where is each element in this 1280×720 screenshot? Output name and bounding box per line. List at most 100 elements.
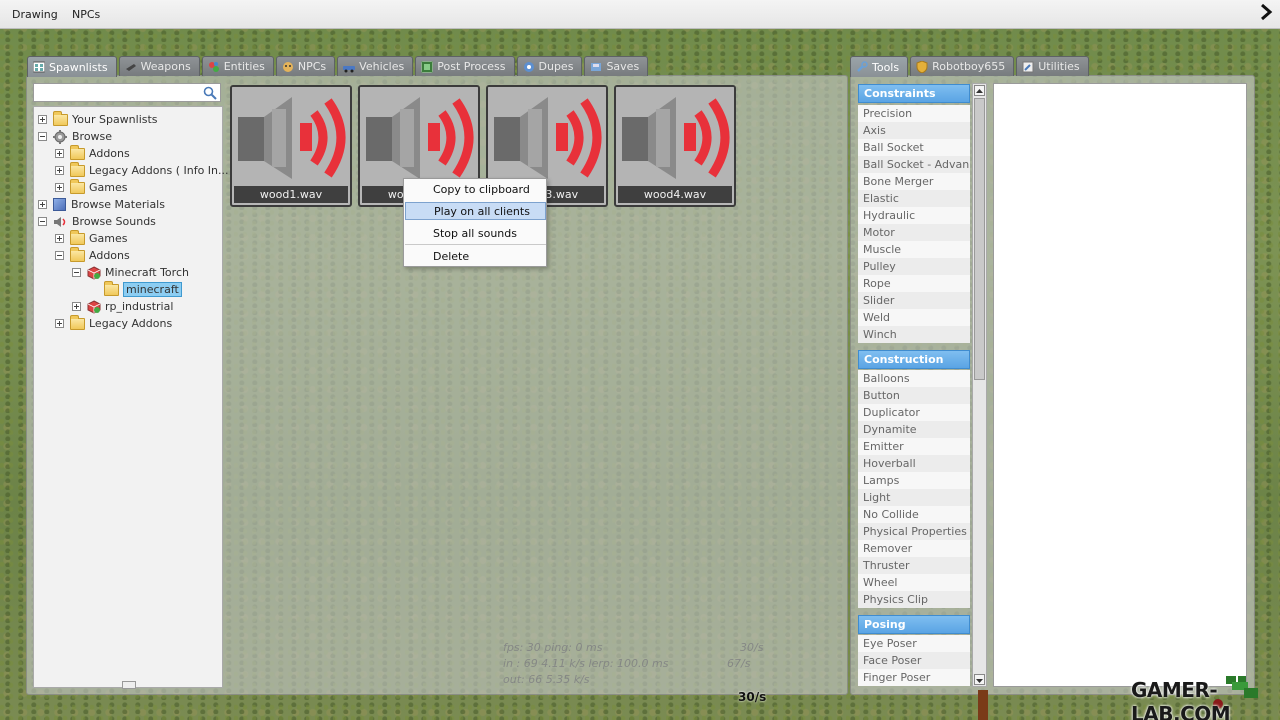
tree-item-legacy-addons-info[interactable]: Legacy Addons ( Info In... [55, 161, 229, 179]
tool-item[interactable]: Eye Poser [858, 635, 970, 652]
chevron-right-icon[interactable] [1258, 3, 1274, 21]
resize-handle[interactable] [122, 681, 136, 689]
scroll-thumb[interactable] [974, 98, 985, 380]
tree-item-browse[interactable]: Browse [38, 128, 112, 145]
collapse-toggle[interactable] [72, 268, 81, 277]
expand-toggle[interactable] [38, 200, 47, 209]
tree-label: Games [89, 232, 128, 245]
tree-item-games[interactable]: Games [55, 178, 127, 196]
tree-item-addons[interactable]: Addons [55, 144, 130, 162]
expand-toggle[interactable] [72, 302, 81, 311]
tree-item-rp-industrial[interactable]: rp_industrial [72, 298, 173, 315]
tool-item[interactable]: Physics Clip [858, 591, 970, 608]
tab-dupes[interactable]: Dupes [516, 56, 583, 76]
expand-toggle[interactable] [55, 319, 64, 328]
tool-item[interactable]: Weld [858, 309, 970, 326]
vehicle-icon [343, 65, 356, 72]
expand-toggle[interactable] [38, 115, 47, 124]
tool-item[interactable]: Wheel [858, 574, 970, 591]
tab-label: Post Process [437, 60, 506, 73]
tool-list-scrollbar[interactable] [972, 83, 987, 687]
expand-toggle[interactable] [55, 149, 64, 158]
menu-npcs[interactable]: NPCs [72, 8, 100, 21]
tab-saves[interactable]: Saves [584, 56, 649, 76]
sound-tile[interactable]: wood1.wav [230, 85, 352, 207]
tool-item[interactable]: Ball Socket [858, 139, 970, 156]
tool-item[interactable]: Lamps [858, 472, 970, 489]
spawn-tabs: Spawnlists Weapons Entities NPCs Vehicle… [27, 56, 649, 77]
tool-item[interactable]: Ball Socket - Advan... [858, 156, 970, 173]
tab-post-process[interactable]: Post Process [415, 56, 515, 76]
search-icon[interactable] [203, 86, 217, 100]
tree-item-browse-materials[interactable]: Browse Materials [38, 196, 165, 213]
tool-item[interactable]: Balloons [858, 370, 970, 387]
expand-toggle[interactable] [55, 166, 64, 175]
tab-label: Weapons [140, 60, 191, 73]
tab-spawnlists[interactable]: Spawnlists [27, 56, 117, 77]
tool-item[interactable]: Thruster [858, 557, 970, 574]
scroll-up-arrow[interactable] [974, 85, 985, 96]
tree-item-sounds-games[interactable]: Games [55, 229, 128, 247]
category-header-construction[interactable]: Construction [858, 350, 970, 369]
tool-item[interactable]: Hoverball [858, 455, 970, 472]
expand-toggle[interactable] [55, 183, 64, 192]
tool-item[interactable]: Finger Poser [858, 669, 970, 686]
addon-icon [87, 299, 101, 314]
tree-item-browse-sounds[interactable]: Browse Sounds [38, 213, 156, 230]
tab-robotboy655[interactable]: Robotboy655 [910, 56, 1015, 76]
collapse-toggle[interactable] [38, 217, 47, 226]
sound-tile[interactable]: wood4.wav [614, 85, 736, 207]
tool-item[interactable]: Slider [858, 292, 970, 309]
category-header-posing[interactable]: Posing [858, 615, 970, 634]
tool-item[interactable]: Face Poser [858, 652, 970, 669]
tree-item-legacy-addons[interactable]: Legacy Addons [55, 314, 172, 332]
tree-item-minecraft[interactable]: minecraft [89, 280, 182, 298]
tool-item[interactable]: No Collide [858, 506, 970, 523]
tool-item[interactable]: Axis [858, 122, 970, 139]
watermark-text: GAMER-LAB.COM [1131, 678, 1231, 720]
menu-item-stop-all-sounds[interactable]: Stop all sounds [405, 224, 546, 242]
menu-item-play-on-all-clients[interactable]: Play on all clients [405, 202, 546, 220]
tab-tools[interactable]: Tools [850, 56, 909, 77]
tab-vehicles[interactable]: Vehicles [337, 56, 414, 76]
tool-item[interactable]: Dynamite [858, 421, 970, 438]
tool-item[interactable]: Muscle [858, 241, 970, 258]
speaker-icon [488, 87, 606, 187]
menu-item-copy-to-clipboard[interactable]: Copy to clipboard [405, 180, 546, 198]
scroll-down-arrow[interactable] [974, 674, 985, 685]
tree-item-your-spawnlists[interactable]: Your Spawnlists [38, 110, 158, 128]
tool-item[interactable]: Physical Properties [858, 523, 970, 540]
collapse-toggle[interactable] [38, 132, 47, 141]
tree-item-minecraft-torch[interactable]: Minecraft Torch [72, 264, 189, 281]
tool-item[interactable]: Bone Merger [858, 173, 970, 190]
tool-item[interactable]: Motor [858, 224, 970, 241]
net-stat-in: in : 69 4.11 k/s lerp: 100.0 ms [503, 657, 669, 670]
tool-item[interactable]: Winch [858, 326, 970, 343]
tool-item[interactable]: Hydraulic [858, 207, 970, 224]
menu-drawing[interactable]: Drawing [12, 8, 58, 21]
tool-item[interactable]: Duplicator [858, 404, 970, 421]
category-header-constraints[interactable]: Constraints [858, 84, 970, 103]
menu-item-delete[interactable]: Delete [405, 247, 546, 265]
tool-item[interactable]: Rope [858, 275, 970, 292]
net-stat-rate-1: 30/s [740, 641, 764, 654]
tool-item[interactable]: Button [858, 387, 970, 404]
tree-item-sounds-addons[interactable]: Addons [55, 246, 130, 264]
tool-item[interactable]: Emitter [858, 438, 970, 455]
tab-weapons[interactable]: Weapons [118, 56, 200, 76]
search-input[interactable] [36, 85, 196, 100]
tree-label: rp_industrial [105, 300, 174, 313]
tool-item[interactable]: Precision [858, 105, 970, 122]
tab-entities[interactable]: Entities [201, 56, 274, 76]
tab-utilities[interactable]: Utilities [1016, 56, 1089, 76]
collapse-toggle[interactable] [55, 251, 64, 260]
tool-item[interactable]: Remover [858, 540, 970, 557]
tool-list: Constraints Precision Axis Ball Socket B… [858, 83, 972, 687]
tool-item[interactable]: Pulley [858, 258, 970, 275]
tab-label: Utilities [1038, 60, 1080, 73]
tab-npcs[interactable]: NPCs [275, 56, 336, 76]
tool-item[interactable]: Elastic [858, 190, 970, 207]
expand-toggle[interactable] [55, 234, 64, 243]
tool-item[interactable]: Light [858, 489, 970, 506]
tab-label: Robotboy655 [932, 60, 1006, 73]
